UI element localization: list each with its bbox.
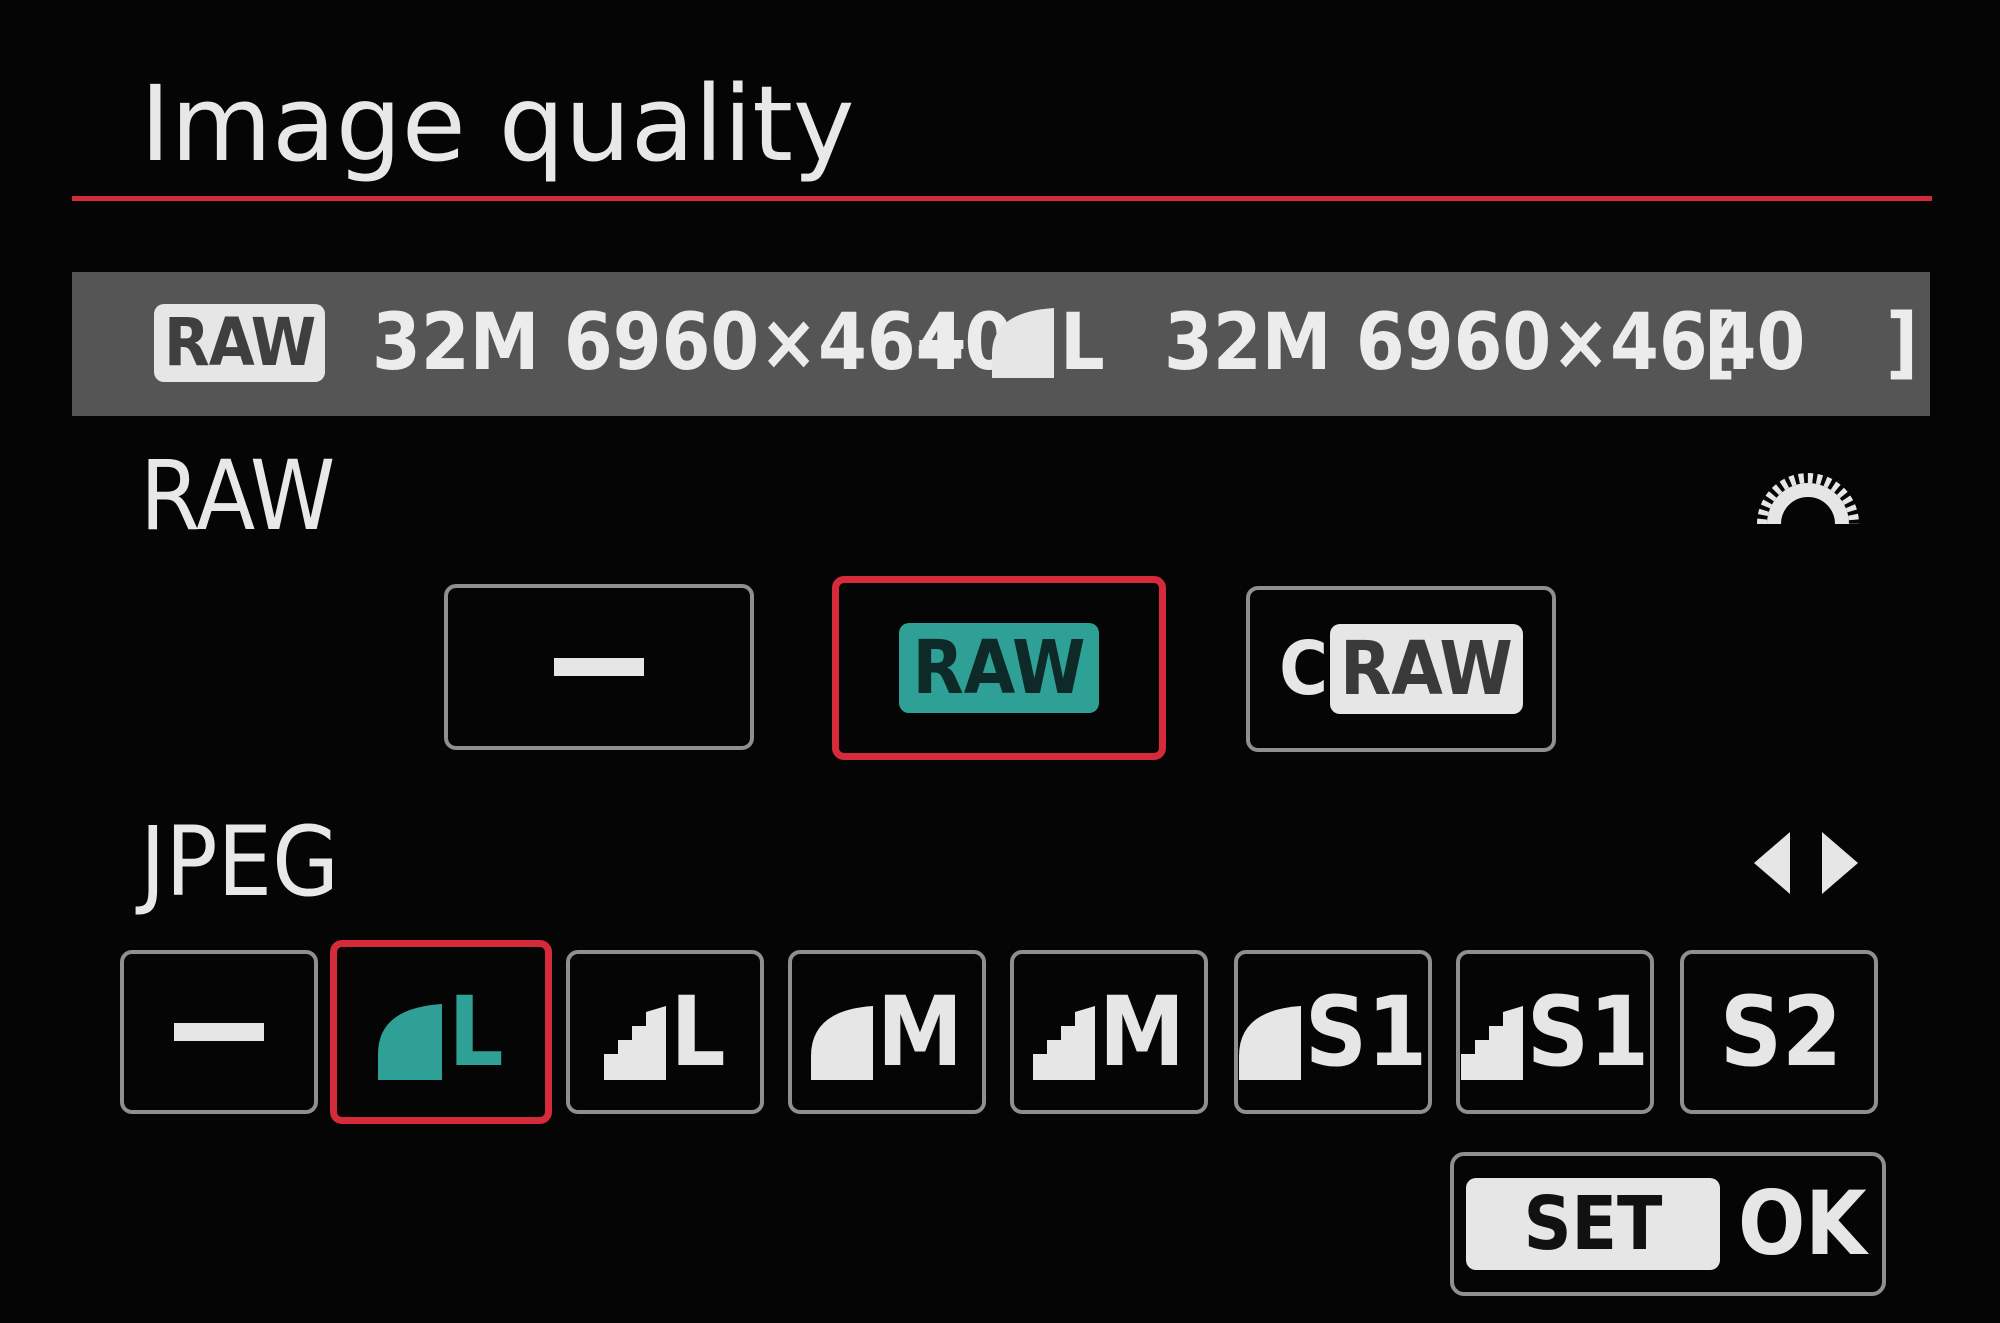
raw-option-raw-label: RAW bbox=[898, 623, 1100, 713]
dash-icon bbox=[554, 658, 644, 676]
normal-quality-icon bbox=[1033, 1006, 1096, 1080]
raw-section-label: RAW bbox=[140, 440, 336, 552]
craw-raw-badge: RAW bbox=[1329, 624, 1523, 714]
raw-option-craw[interactable]: C RAW bbox=[1246, 586, 1556, 752]
raw-option-raw[interactable]: RAW bbox=[832, 576, 1166, 760]
fine-quality-icon bbox=[992, 308, 1054, 378]
left-right-arrows-icon bbox=[1754, 830, 1858, 900]
set-ok-button[interactable]: SET OK bbox=[1450, 1152, 1886, 1296]
craw-c-letter: C bbox=[1279, 626, 1328, 712]
raw-badge: RAW bbox=[154, 304, 326, 382]
jpeg-option-letter: M bbox=[877, 976, 963, 1088]
jpeg-option-none[interactable] bbox=[120, 950, 318, 1114]
summary-jpeg-quality: L bbox=[992, 298, 1105, 388]
jpeg-option-normal-l[interactable]: L bbox=[566, 950, 764, 1114]
craw-label: C RAW bbox=[1279, 624, 1523, 714]
normal-quality-icon bbox=[604, 1006, 667, 1080]
summary-bracket-close: ] bbox=[1886, 298, 1919, 388]
jpeg-option-letter: S2 bbox=[1719, 976, 1843, 1088]
jpeg-option-fine-m-content: M bbox=[811, 984, 963, 1080]
normal-quality-icon bbox=[1460, 1006, 1523, 1080]
dash-icon bbox=[174, 1023, 264, 1041]
jpeg-option-fine-l[interactable]: L bbox=[330, 940, 552, 1124]
summary-bracket-open: [ bbox=[1704, 298, 1737, 388]
jpeg-option-normal-s1-content: S1 bbox=[1460, 976, 1650, 1088]
ok-label: OK bbox=[1738, 1172, 1867, 1275]
main-dial-icon bbox=[1756, 466, 1860, 532]
jpeg-option-letter: L bbox=[670, 976, 726, 1088]
jpeg-option-letter: S1 bbox=[1526, 976, 1650, 1088]
jpeg-option-normal-m[interactable]: M bbox=[1010, 950, 1208, 1114]
jpeg-option-s2[interactable]: S2 bbox=[1680, 950, 1878, 1114]
title-divider bbox=[72, 196, 1932, 201]
jpeg-option-fine-s1-content: S1 bbox=[1238, 976, 1428, 1088]
fine-quality-icon bbox=[1238, 1006, 1301, 1080]
set-button-label: SET bbox=[1466, 1178, 1720, 1270]
jpeg-section-label: JPEG bbox=[140, 806, 340, 918]
jpeg-option-normal-s1[interactable]: S1 bbox=[1456, 950, 1654, 1114]
fine-quality-icon bbox=[378, 1004, 443, 1080]
jpeg-option-letter: L bbox=[448, 976, 504, 1088]
summary-jpeg-letter: L bbox=[1060, 298, 1105, 388]
jpeg-option-letter: M bbox=[1099, 976, 1185, 1088]
summary-plus: + bbox=[912, 298, 971, 388]
jpeg-option-fine-s1[interactable]: S1 bbox=[1234, 950, 1432, 1114]
jpeg-option-letter: S1 bbox=[1304, 976, 1428, 1088]
page-title: Image quality bbox=[140, 63, 855, 185]
raw-option-none[interactable] bbox=[444, 584, 754, 750]
summary-raw-badge: RAW bbox=[154, 298, 326, 388]
jpeg-option-normal-m-content: M bbox=[1033, 984, 1185, 1080]
jpeg-option-fine-m[interactable]: M bbox=[788, 950, 986, 1114]
fine-quality-icon bbox=[811, 1006, 874, 1080]
jpeg-option-normal-l-content: L bbox=[604, 976, 726, 1088]
jpeg-option-fine-l-content: L bbox=[378, 976, 504, 1088]
